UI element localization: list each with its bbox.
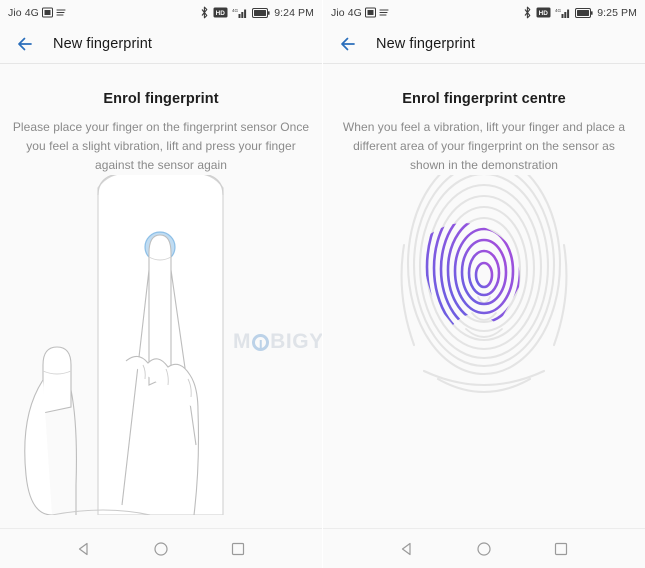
svg-text:4G: 4G: [232, 8, 238, 13]
clock-label: 9:24 PM: [274, 6, 314, 19]
phone-finger-illustration: [0, 175, 322, 528]
content-area: Enrol fingerprint Please place your fing…: [0, 64, 322, 528]
back-triangle-icon[interactable]: [394, 536, 420, 562]
instruction-text: When you feel a vibration, lift your fin…: [342, 120, 626, 172]
app-bar: New fingerprint: [323, 25, 645, 63]
screenshot-stage: Jio 4G HD 4G 9:24 PM New fingerprint Enr…: [0, 0, 645, 568]
content-area: Enrol fingerprint centre When you feel a…: [323, 64, 645, 528]
phone-screen-left: Jio 4G HD 4G 9:24 PM New fingerprint Enr…: [0, 0, 322, 568]
status-bar: Jio 4G HD 4G: [0, 0, 322, 25]
hd-volte-icon: HD: [213, 7, 228, 18]
phone-screen-right: Jio 4G HD 4G 9:25 PM New fingerprint Enr…: [323, 0, 645, 568]
bluetooth-icon: [200, 6, 209, 19]
svg-text:HD: HD: [539, 10, 549, 17]
data-transfer-icon: [56, 7, 68, 18]
recents-square-icon[interactable]: [548, 536, 574, 562]
headline-text: Enrol fingerprint centre: [402, 91, 566, 107]
carrier-label: Jio 4G: [331, 6, 362, 19]
signal-bars-icon: 4G: [555, 7, 571, 19]
home-circle-icon[interactable]: [471, 536, 497, 562]
clock-label: 9:25 PM: [597, 6, 637, 19]
svg-text:4G: 4G: [555, 8, 561, 13]
hd-volte-icon: HD: [536, 7, 551, 18]
headline-text: Enrol fingerprint: [103, 91, 219, 107]
bluetooth-icon: [523, 6, 532, 19]
sim-icon: [41, 7, 53, 18]
recents-square-icon[interactable]: [225, 536, 251, 562]
page-title: New fingerprint: [53, 36, 153, 52]
svg-text:HD: HD: [216, 10, 226, 17]
status-bar: Jio 4G HD 4G: [323, 0, 645, 25]
home-circle-icon[interactable]: [148, 536, 174, 562]
navigation-bar: [323, 528, 645, 568]
back-arrow-icon[interactable]: [14, 33, 36, 55]
fingerprint-illustration: [323, 175, 645, 528]
battery-icon: [575, 7, 593, 18]
status-bar-left: Jio 4G: [8, 7, 68, 19]
navigation-bar: [0, 528, 322, 568]
carrier-label: Jio 4G: [8, 6, 39, 19]
instruction-text: Please place your finger on the fingerpr…: [12, 120, 310, 172]
data-transfer-icon: [379, 7, 391, 18]
status-bar-right: HD 4G 9:25 PM: [523, 6, 637, 19]
back-arrow-icon[interactable]: [337, 33, 359, 55]
status-bar-right: HD 4G 9:24 PM: [200, 6, 314, 19]
back-triangle-icon[interactable]: [71, 536, 97, 562]
status-bar-left: Jio 4G: [331, 7, 391, 19]
sim-icon: [364, 7, 376, 18]
signal-bars-icon: 4G: [232, 7, 248, 19]
app-bar: New fingerprint: [0, 25, 322, 63]
battery-icon: [252, 7, 270, 18]
page-title: New fingerprint: [376, 36, 476, 52]
